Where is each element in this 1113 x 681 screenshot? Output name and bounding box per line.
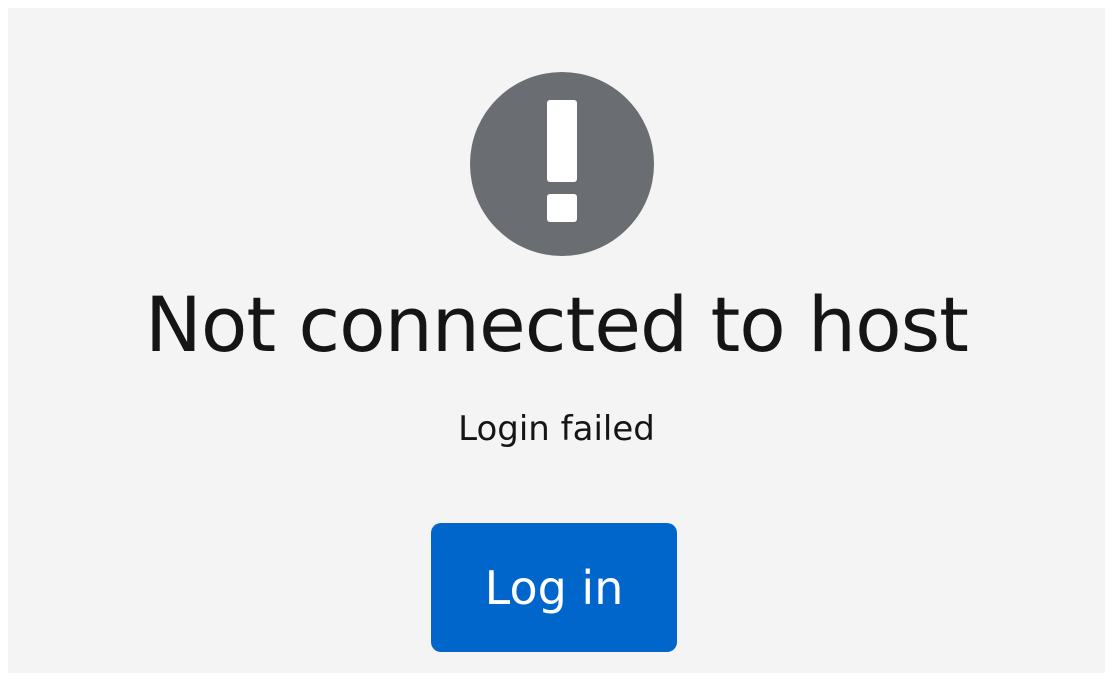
login-button[interactable]: Log in [431,523,677,652]
empty-state-title: Not connected to host [145,280,969,369]
empty-state-subtitle: Login failed [458,409,655,449]
exclamation-circle-icon [470,72,654,256]
